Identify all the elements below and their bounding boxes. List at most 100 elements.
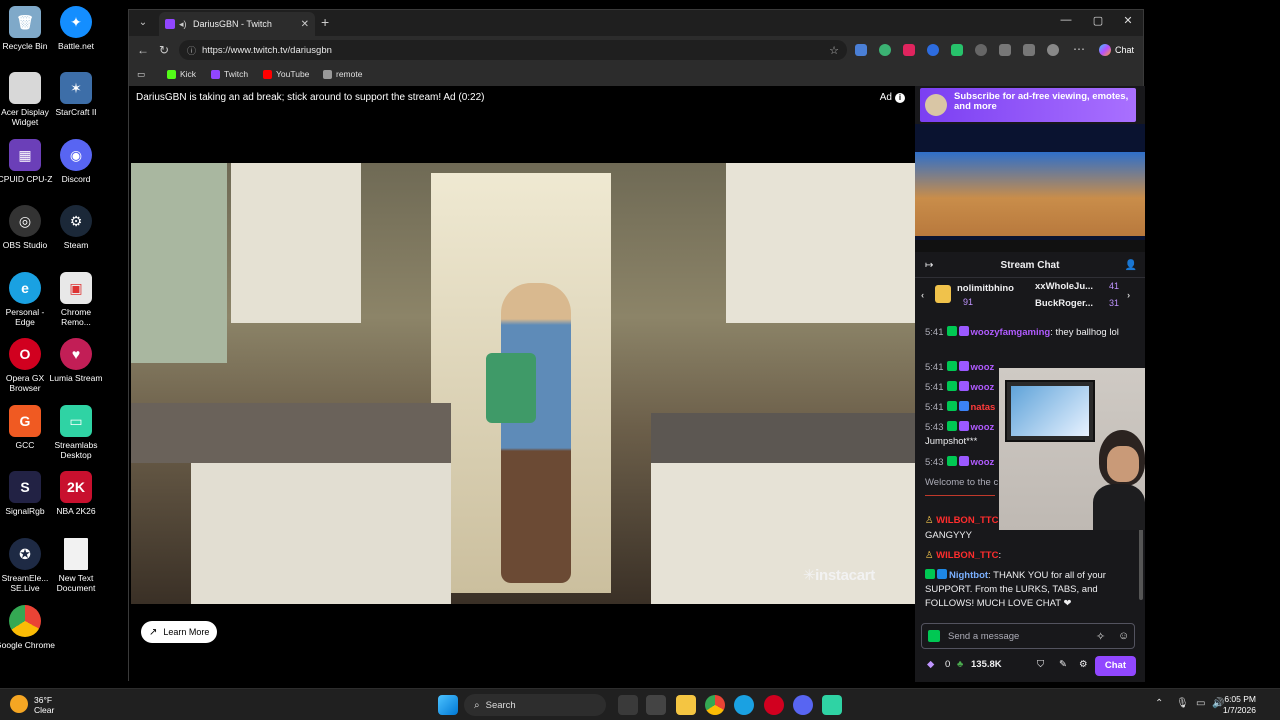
bookmark-youtube[interactable]: YouTube [263, 69, 309, 79]
file-explorer-icon[interactable] [676, 695, 696, 715]
show-hidden-icons[interactable]: ⌃ [1155, 698, 1163, 709]
desktop-icon-discord[interactable]: ◉ Discord [46, 139, 106, 184]
learn-more-button[interactable]: ↗ Learn More [141, 621, 218, 643]
refresh-extension-icon[interactable] [975, 44, 987, 56]
address-bar[interactable]: ⓘ https://www.twitch.tv/dariusgbn ☆ [179, 40, 847, 60]
message-user[interactable]: wooz [971, 457, 995, 468]
ad-badge[interactable]: Ad i [880, 92, 905, 103]
bits-count-icon[interactable]: ◆ [927, 659, 934, 670]
upper-cabinet [231, 163, 361, 323]
bookmark-remote[interactable]: remote [323, 69, 362, 79]
streamlabs-taskbar-icon[interactable] [822, 695, 842, 715]
bits-icon[interactable]: ✧ [1096, 630, 1105, 643]
more-menu-icon[interactable]: ⋯ [1073, 42, 1085, 56]
desktop-icon-streamlabs[interactable]: ▭ Streamlabs Desktop [46, 405, 106, 460]
subscribe-banner[interactable]: Subscribe for ad-free viewing, emotes, a… [920, 88, 1136, 122]
leader-name[interactable]: nolimitbhino [957, 283, 1014, 294]
extension-icon[interactable] [951, 44, 963, 56]
second-name[interactable]: xxWholeJu... [1035, 281, 1093, 292]
task-view-icon[interactable] [618, 695, 638, 715]
tab-close-icon[interactable]: ✕ [301, 19, 309, 30]
message-user[interactable]: natas [971, 402, 996, 413]
message-time: 5:41 [925, 327, 944, 338]
desktop-icon-steam[interactable]: ⚙ Steam [46, 205, 106, 250]
back-button[interactable]: ← [137, 43, 149, 57]
bookmarks-toggle-icon[interactable]: ▭ [137, 69, 145, 80]
message-user[interactable]: Nightbot [949, 570, 988, 581]
desktop-icon-chrome[interactable]: Google Chrome [0, 605, 55, 650]
channel-points[interactable]: 135.8K [971, 659, 1002, 670]
channel-points-icon[interactable]: ♣ [957, 659, 963, 670]
system-clock[interactable]: 6:05 PM 1/7/2026 [1223, 694, 1256, 716]
message-user[interactable]: WILBON_TTC [936, 550, 998, 561]
start-button[interactable] [438, 695, 458, 715]
extension-icon[interactable] [927, 44, 939, 56]
desktop-icon-chrome-remote[interactable]: ▣ Chrome Remo... [46, 272, 106, 327]
stream-mini-player[interactable] [915, 124, 1145, 252]
message-user[interactable]: WILBON_TTC [936, 515, 998, 526]
collapse-chat-icon[interactable]: ↦ [925, 254, 933, 278]
microphone-icon[interactable]: 🎙 [1176, 698, 1189, 709]
desktop-icon-nba2k[interactable]: 2K NBA 2K26 [46, 471, 106, 516]
leaderboard-next-icon[interactable]: › [1127, 290, 1130, 301]
shield-icon[interactable]: ⛉ [1037, 659, 1044, 670]
desktop-icon-lumia[interactable]: ♥ Lumia Stream [46, 338, 106, 383]
scroll-thumb[interactable] [1139, 528, 1143, 600]
copilot-chat-button[interactable]: Chat [1093, 40, 1140, 60]
message-user[interactable]: woozyfamgaming [971, 327, 1051, 338]
chat-message-continued: GANGYYY [925, 529, 1130, 543]
minimize-button[interactable]: — [1051, 14, 1081, 26]
extension-icon[interactable] [879, 44, 891, 56]
leaderboard-prev-icon[interactable]: ‹ [921, 290, 924, 301]
desktop-icon-label: CPUID CPU-Z [0, 174, 53, 184]
taskbar-search[interactable]: ⌕ Search [464, 694, 606, 716]
site-info-icon[interactable]: ⓘ [187, 44, 196, 57]
media-playing-icon[interactable]: ◂) [179, 19, 189, 30]
second-count: 41 [1109, 281, 1120, 291]
extensions-puzzle-icon[interactable] [999, 44, 1011, 56]
message-time: 5:41 [925, 362, 944, 373]
message-user[interactable]: wooz [971, 422, 995, 433]
message-user[interactable]: wooz [971, 362, 995, 373]
ad-video-frame[interactable]: ✳instacart [131, 163, 915, 604]
prime-badge-icon [946, 401, 957, 411]
emote-picker-icon[interactable]: ☺ [1118, 630, 1129, 642]
tab-twitch[interactable]: ◂) DariusGBN - Twitch ✕ [159, 12, 315, 36]
desktop-icon-label: New Text Document [56, 573, 96, 593]
video-player[interactable]: DariusGBN is taking an ad break; stick a… [129, 86, 915, 682]
settings-gear-icon[interactable]: ⚙ [1079, 659, 1088, 670]
favorites-icon[interactable] [1023, 44, 1035, 56]
extension-icon[interactable] [903, 44, 915, 56]
chat-message: 5:41 woozyfamgaming: they ballhog lol [925, 326, 1130, 340]
chat-send-button[interactable]: Chat [1094, 656, 1136, 676]
address-toolbar: ← ↻ ⓘ https://www.twitch.tv/dariusgbn ☆ … [129, 36, 1143, 64]
extension-icon[interactable] [855, 44, 867, 56]
refresh-button[interactable]: ↻ [159, 43, 169, 57]
chrome-taskbar-icon[interactable] [705, 695, 725, 715]
favorite-star-icon[interactable]: ☆ [829, 44, 839, 57]
person-figure [501, 283, 571, 583]
profile-avatar-icon[interactable] [1047, 44, 1059, 56]
pencil-icon[interactable]: ✎ [1059, 659, 1067, 670]
new-tab-button[interactable]: + [321, 14, 329, 30]
third-name[interactable]: BuckRoger... [1035, 298, 1093, 309]
message-user[interactable]: wooz [971, 382, 995, 393]
info-icon[interactable]: i [895, 93, 905, 103]
opera-taskbar-icon[interactable] [764, 695, 784, 715]
desktop-icon-starcraft[interactable]: ✶ StarCraft II [46, 72, 106, 117]
desktop-icon-text-document[interactable]: New Text Document [46, 538, 106, 593]
discord-taskbar-icon[interactable] [793, 695, 813, 715]
maximize-button[interactable]: ▢ [1083, 14, 1113, 27]
chat-input[interactable]: Send a message ✧ ☺ [921, 623, 1135, 649]
close-window-button[interactable]: ✕ [1113, 14, 1143, 27]
bookmark-twitch[interactable]: Twitch [211, 69, 248, 79]
desktop-icon-label: Google Chrome [0, 640, 56, 650]
bookmark-kick[interactable]: Kick [167, 69, 196, 79]
recycle-bin-icon: 🗑 [9, 6, 41, 38]
community-icon[interactable]: 👤 [1125, 254, 1137, 278]
tab-actions-icon[interactable]: ⌄ [135, 15, 151, 31]
edge-taskbar-icon[interactable] [734, 695, 754, 715]
widgets-icon[interactable] [646, 695, 666, 715]
network-icon[interactable]: ▭ [1196, 698, 1205, 709]
desktop-icon-battlenet[interactable]: ✦ Battle.net [46, 6, 106, 51]
